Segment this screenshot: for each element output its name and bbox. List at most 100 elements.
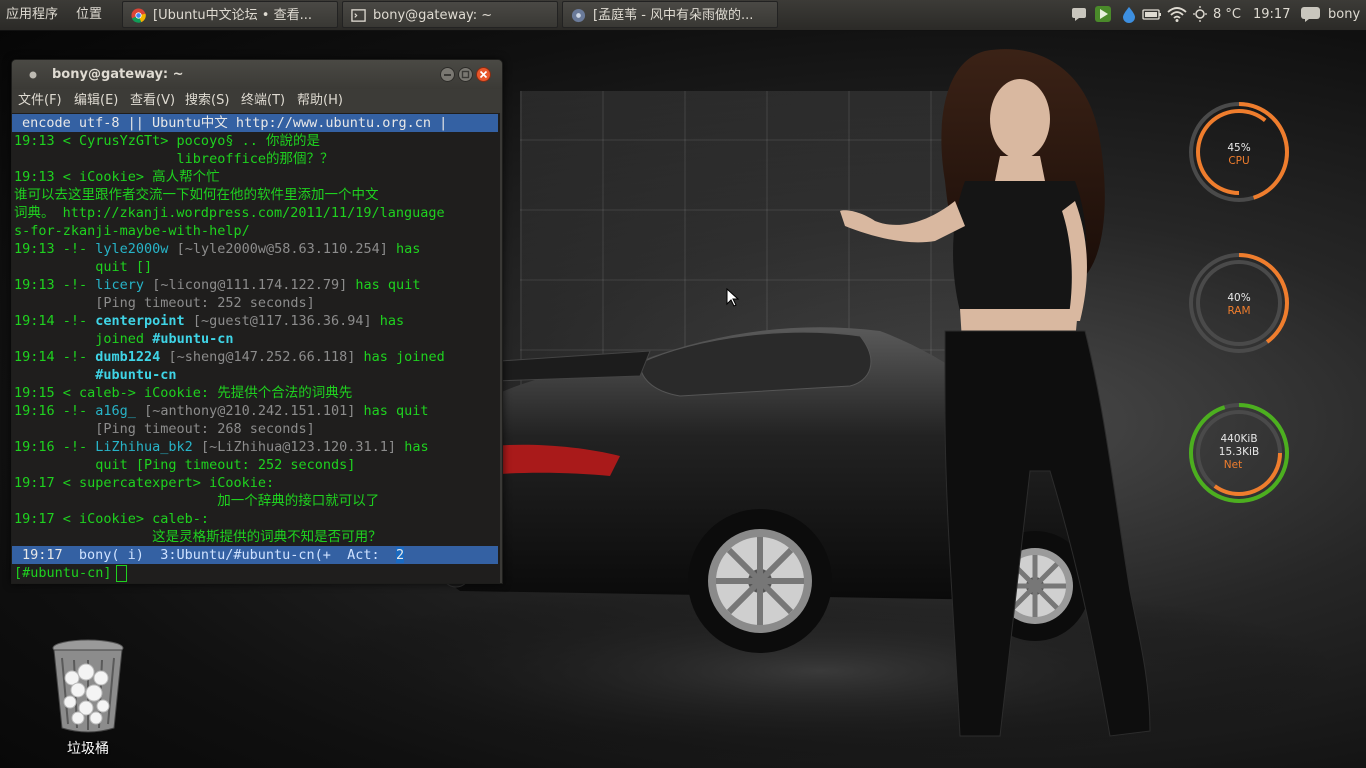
irc-nick: lyle2000w xyxy=(95,241,169,257)
menu-file[interactable]: 文件(F) xyxy=(18,89,62,113)
irc-host: [~anthony@210.242.151.101] xyxy=(144,403,356,419)
irc-event-line: 19:13 -!- lyle2000w [~lyle2000w@58.63.11… xyxy=(14,241,421,257)
irc-join-line: #ubuntu-cn xyxy=(14,366,177,384)
irc-text: joined xyxy=(14,331,145,347)
status-time: 19:17 xyxy=(22,547,63,563)
user-name[interactable]: bony xyxy=(1328,0,1360,30)
status-act-value: 2 xyxy=(395,547,405,563)
irc-event-line: 19:13 -!- licery [~licong@111.174.122.79… xyxy=(14,277,421,293)
menu-help[interactable]: 帮助(H) xyxy=(297,89,343,113)
irc-time: 19:14 xyxy=(14,349,55,365)
irc-line: 词典。 http://zkanji.wordpress.com/2011/11/… xyxy=(14,205,445,221)
irc-line: 19:17 < supercatexpert> iCookie: xyxy=(14,475,275,491)
places-menu[interactable]: 位置 xyxy=(76,0,102,30)
taskbar-item-browser[interactable]: [Ubuntu中文论坛 • 查看... xyxy=(122,1,338,28)
cpu-ring-widget: 45% CPU xyxy=(1187,100,1291,204)
irc-line: [Ping timeout: 252 seconds] xyxy=(14,295,315,311)
irc-host: [~sheng@147.252.66.118] xyxy=(168,349,356,365)
irc-line: 19:13 < iCookie> 高人帮个忙 xyxy=(14,169,220,185)
applications-menu[interactable]: 应用程序 xyxy=(6,0,58,30)
status-act-label: Act: xyxy=(347,547,380,563)
net-ring-widget: 440KiB 15.3KiB Net xyxy=(1187,401,1291,505)
trash-desktop-icon[interactable]: 垃圾桶 xyxy=(48,638,128,757)
terminal-body[interactable]: encode utf-8 || Ubuntu中文 http://www.ubun… xyxy=(12,113,500,583)
ram-label: RAM xyxy=(1227,305,1251,317)
irc-line: 谁可以去这里跟作者交流一下如何在他的软件里添加一个中文 xyxy=(14,187,379,203)
irc-action: has xyxy=(396,241,421,257)
irc-line: 19:13 < CyrusYzGTt> pocoyo§ .. 你說的是 xyxy=(14,133,320,149)
mouse-pointer xyxy=(726,287,740,312)
window-menu-icon[interactable] xyxy=(28,70,38,80)
irc-action: has joined xyxy=(363,349,445,365)
menu-search[interactable]: 搜索(S) xyxy=(185,89,229,113)
media-play-icon[interactable] xyxy=(1094,5,1112,23)
droplet-icon[interactable] xyxy=(1120,5,1138,23)
cpu-value: 45% xyxy=(1227,142,1251,154)
text-cursor xyxy=(115,564,127,582)
net-upload: 15.3KiB xyxy=(1218,446,1260,458)
irc-host: [~licong@111.174.122.79] xyxy=(152,277,348,293)
weather-temperature[interactable]: 8 °C xyxy=(1213,0,1241,30)
music-player-icon xyxy=(571,8,586,23)
battery-icon[interactable] xyxy=(1142,5,1162,23)
irc-line: quit [] xyxy=(14,259,153,275)
irc-event-line: 19:14 -!- centerpoint [~guest@117.136.36… xyxy=(14,313,405,329)
top-panel: 应用程序 位置 [Ubuntu中文论坛 • 查看... bony@gateway… xyxy=(0,0,1366,31)
taskbar-item-music[interactable]: [孟庭苇 - 风中有朵雨做的... xyxy=(562,1,778,28)
irc-nick: centerpoint xyxy=(95,313,185,329)
irc-time: 19:14 xyxy=(14,313,55,329)
net-label: Net xyxy=(1223,459,1243,471)
irc-host: [~LiZhihua@123.120.31.1] xyxy=(200,439,397,455)
trash-icon xyxy=(52,639,124,733)
status-window: 3:Ubuntu/#ubuntu-cn(+ xyxy=(160,547,331,563)
status-nick: bony( i) xyxy=(78,547,144,563)
menu-edit[interactable]: 编辑(E) xyxy=(74,89,118,113)
irc-line: 加一个辞典的接口就可以了 xyxy=(14,493,380,509)
irc-line: s-for-zkanji-maybe-with-help/ xyxy=(14,223,250,239)
ram-value: 40% xyxy=(1227,292,1251,304)
irc-channel: #ubuntu-cn xyxy=(152,331,234,347)
irc-action: has quit xyxy=(355,277,421,293)
irc-time: 19:13 xyxy=(14,277,55,293)
mouse-pointer-icon xyxy=(726,287,740,307)
close-icon[interactable] xyxy=(476,67,491,82)
net-download: 440KiB xyxy=(1220,433,1258,445)
irc-event-line: 19:14 -!- dumb1224 [~sheng@147.252.66.11… xyxy=(14,349,445,365)
irc-event-line: 19:16 -!- a16g_ [~anthony@210.242.151.10… xyxy=(14,403,429,419)
menu-view[interactable]: 查看(V) xyxy=(130,89,175,113)
irc-text xyxy=(14,367,95,383)
weather-icon[interactable] xyxy=(1193,5,1207,23)
irc-line: 这是灵格斯提供的词典不知是否可用？ xyxy=(14,529,382,545)
irc-nick: a16g_ xyxy=(95,403,136,419)
menu-terminal[interactable]: 终端(T) xyxy=(241,89,285,113)
terminal-window[interactable]: bony@gateway: ~ 文件(F) 编辑(E) 查看(V) 搜索(S) … xyxy=(11,59,503,584)
irc-line: 19:17 < iCookie> caleb-: xyxy=(14,511,210,527)
irc-time: 19:13 xyxy=(14,241,55,257)
irc-input-line[interactable]: [#ubuntu-cn] xyxy=(14,564,127,582)
minimize-icon[interactable] xyxy=(440,67,455,82)
chat-indicator-icon[interactable] xyxy=(1070,5,1088,23)
irc-time: 19:16 xyxy=(14,403,55,419)
irc-line: [Ping timeout: 268 seconds] xyxy=(14,421,315,437)
irc-time: 19:16 xyxy=(14,439,55,455)
irc-prompt: [#ubuntu-cn] xyxy=(14,565,112,581)
terminal-icon xyxy=(351,9,366,22)
terminal-title: bony@gateway: ~ xyxy=(52,67,184,82)
irc-topic-bar: encode utf-8 || Ubuntu中文 http://www.ubun… xyxy=(12,114,498,132)
irc-event-line: 19:16 -!- LiZhihua_bk2 [~LiZhihua@123.12… xyxy=(14,439,429,455)
trash-label: 垃圾桶 xyxy=(67,741,109,757)
ram-ring-widget: 40% RAM xyxy=(1187,251,1291,355)
irc-action: has quit xyxy=(363,403,429,419)
wifi-icon[interactable] xyxy=(1166,5,1188,23)
user-chat-icon[interactable] xyxy=(1300,5,1322,23)
irc-channel: #ubuntu-cn xyxy=(95,367,177,383)
irc-action: has xyxy=(379,313,405,329)
cpu-label: CPU xyxy=(1228,155,1250,167)
irc-action: has xyxy=(404,439,429,455)
taskbar-item-terminal[interactable]: bony@gateway: ~ xyxy=(342,1,558,28)
terminal-titlebar[interactable]: bony@gateway: ~ xyxy=(12,60,502,89)
maximize-icon[interactable] xyxy=(458,67,473,82)
clock[interactable]: 19:17 xyxy=(1253,0,1290,30)
taskbar-item-label: [Ubuntu中文论坛 • 查看... xyxy=(153,8,312,23)
irc-host: [~guest@117.136.36.94] xyxy=(192,313,372,329)
